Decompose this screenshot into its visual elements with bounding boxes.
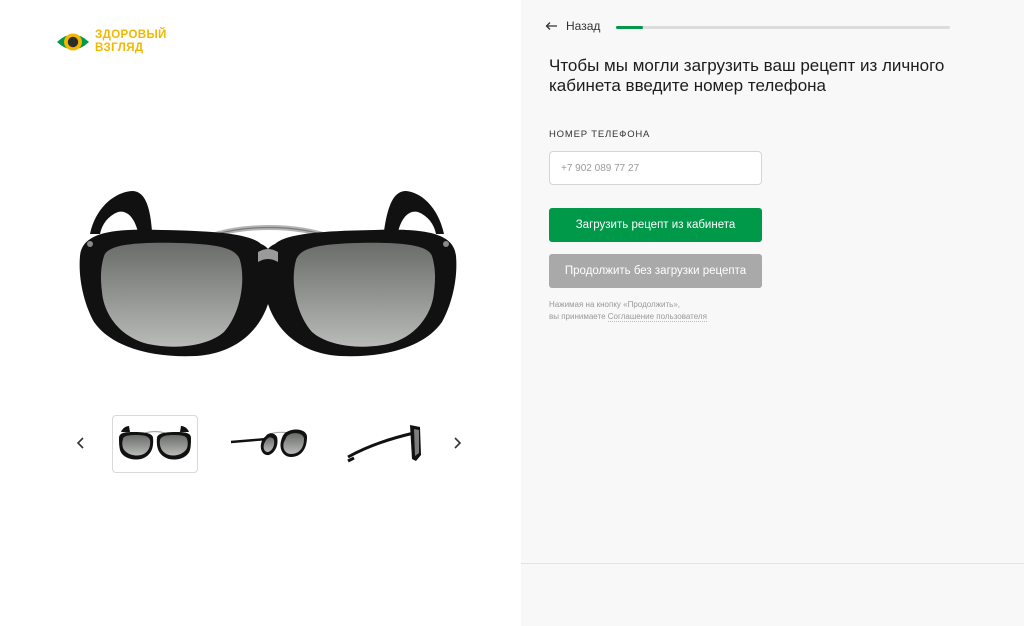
- prescription-form-panel: Назад Чтобы мы могли загрузить ваш рецеп…: [521, 0, 1024, 626]
- brand-name-line2: ВЗГЛЯД: [95, 41, 144, 54]
- eye-logo-icon: [57, 33, 89, 50]
- arrow-left-icon: [545, 22, 557, 30]
- chevron-right-icon: [454, 437, 462, 449]
- thumbnail-angled[interactable]: [227, 415, 311, 471]
- product-gallery-panel: ЗДОРОВЫЙ ВЗГЛЯД: [0, 0, 521, 626]
- brand-name: ЗДОРОВЫЙ ВЗГЛЯД: [95, 29, 167, 54]
- user-agreement-link[interactable]: Соглашение пользователя: [607, 312, 707, 322]
- brand-logo[interactable]: ЗДОРОВЫЙ ВЗГЛЯД: [56, 29, 167, 54]
- product-main-image: [79, 191, 457, 357]
- continue-without-prescription-button[interactable]: Продолжить без загрузки рецепта: [549, 254, 762, 288]
- consent-note: Нажимая на кнопку «Продолжить», вы прини…: [549, 299, 707, 323]
- thumbnail-front-image: [119, 426, 191, 460]
- back-button[interactable]: Назад: [545, 19, 600, 33]
- progress-bar-fill: [616, 26, 643, 29]
- thumbnail-front[interactable]: [112, 415, 198, 473]
- load-prescription-button[interactable]: Загрузить рецепт из кабинета: [549, 208, 762, 242]
- progress-bar: [616, 26, 950, 29]
- form-heading: Чтобы мы могли загрузить ваш рецепт из л…: [549, 56, 945, 95]
- consent-line1: Нажимая на кнопку «Продолжить»,: [549, 300, 681, 309]
- carousel-prev-button[interactable]: [70, 432, 92, 454]
- thumbnail-side[interactable]: [342, 415, 426, 471]
- thumbnail-carousel: [70, 415, 470, 473]
- back-button-label: Назад: [566, 19, 601, 33]
- chevron-left-icon: [76, 437, 84, 449]
- consent-line2: вы принимаете Соглашение пользователя: [549, 311, 707, 323]
- phone-input[interactable]: [549, 151, 762, 185]
- panel-divider: [521, 563, 1024, 564]
- thumbnail-side-image: [347, 425, 421, 463]
- phone-field-label: НОМЕР ТЕЛЕФОНА: [549, 129, 651, 140]
- consent-prefix: вы принимаете: [549, 312, 608, 321]
- thumbnail-angled-image: [230, 429, 307, 457]
- carousel-next-button[interactable]: [446, 432, 468, 454]
- brand-name-line1: ЗДОРОВЫЙ: [95, 29, 167, 41]
